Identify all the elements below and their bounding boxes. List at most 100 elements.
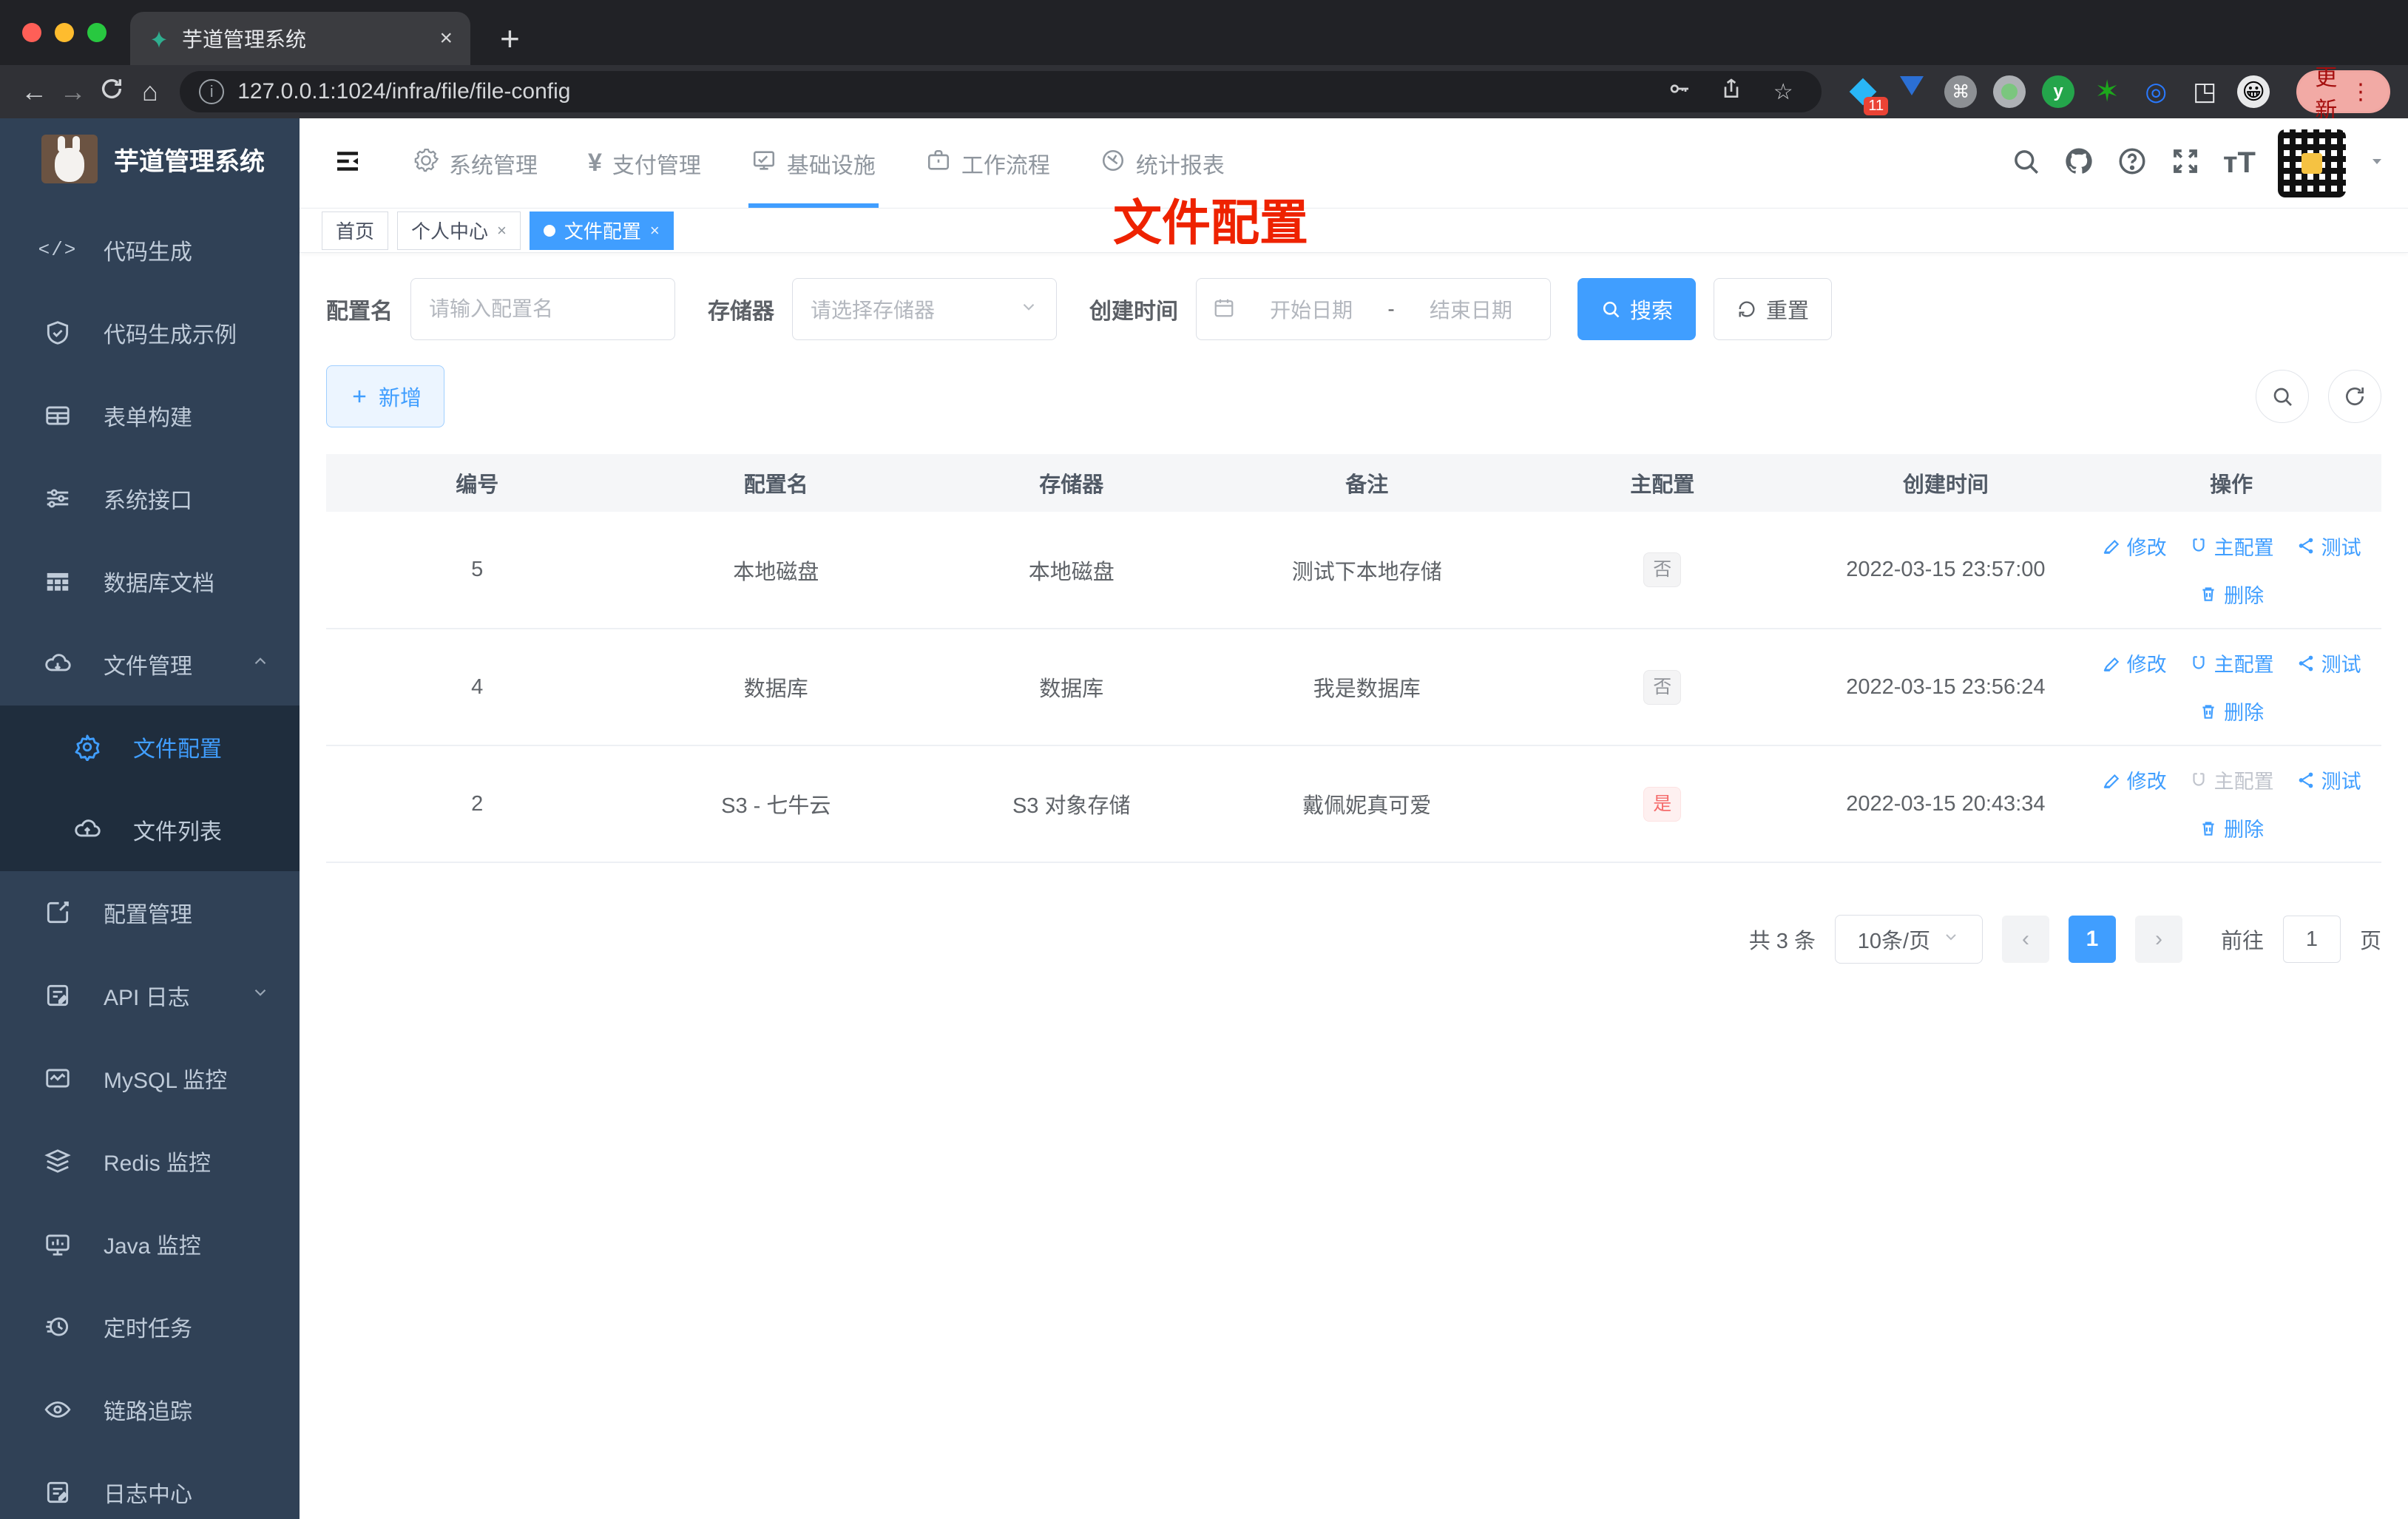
close-view-tab-icon[interactable]: × <box>497 221 507 240</box>
extension-eye-icon[interactable]: ◎ <box>2140 75 2172 108</box>
page-size-select[interactable]: 10条/页 <box>1834 915 1983 964</box>
forward-icon[interactable]: → <box>56 76 89 107</box>
address-bar[interactable]: i 127.0.0.1:1024/infra/file/file-config … <box>180 71 1822 112</box>
config-name-input[interactable] <box>410 278 675 340</box>
home-icon[interactable]: ⌂ <box>134 76 166 107</box>
avatar[interactable] <box>2278 129 2346 197</box>
nav-item-payment[interactable]: ¥ 支付管理 <box>563 118 726 208</box>
add-button[interactable]: 新增 <box>326 365 445 427</box>
delete-link[interactable]: 删除 <box>2199 813 2264 842</box>
edit-link[interactable]: 修改 <box>2102 532 2167 561</box>
file-mgmt-submenu: 文件配置 文件列表 <box>0 706 300 871</box>
prev-page-button[interactable]: ‹ <box>2001 916 2049 963</box>
browser-menu-icon[interactable]: ⋮ <box>2350 79 2372 105</box>
sidebar-item-code-gen[interactable]: </> 代码生成 <box>0 209 300 291</box>
font-size-icon[interactable]: ᴛT <box>2223 146 2256 180</box>
header-right-tools: ᴛT <box>2010 129 2408 197</box>
help-icon[interactable] <box>2117 146 2148 180</box>
extension-gem-icon[interactable] <box>1895 75 1928 108</box>
page-1-button[interactable]: 1 <box>2068 916 2116 963</box>
sidebar-item-system-api[interactable]: 系统接口 <box>0 457 300 540</box>
user-menu-caret-icon[interactable] <box>2368 152 2386 174</box>
bookmark-star-icon[interactable]: ☆ <box>1764 79 1802 105</box>
sidebar-item-log-center[interactable]: 日志中心 <box>0 1451 300 1519</box>
sidebar-item-java-monitor[interactable]: Java 监控 <box>0 1202 300 1285</box>
view-tab-home[interactable]: 首页 <box>322 211 389 250</box>
browser-tab[interactable]: 芋道管理系统 × <box>130 12 470 65</box>
close-tab-icon[interactable]: × <box>439 26 453 51</box>
edit-link[interactable]: 修改 <box>2102 765 2167 794</box>
new-tab-button[interactable]: + <box>500 12 520 65</box>
nav-item-infrastructure[interactable]: 基础设施 <box>726 118 901 208</box>
sidebar-item-api-log[interactable]: API 日志 <box>0 954 300 1037</box>
zoom-window-button[interactable] <box>87 23 106 42</box>
close-view-tab-icon[interactable]: × <box>650 221 660 240</box>
sidebar-item-cron-job[interactable]: 定时任务 <box>0 1285 300 1368</box>
extension-dot-icon[interactable] <box>1993 75 2026 108</box>
shield-check-icon <box>41 319 74 347</box>
date-range-picker[interactable]: 开始日期 - 结束日期 <box>1196 278 1551 340</box>
minimize-window-button[interactable] <box>55 23 74 42</box>
next-page-button[interactable]: › <box>2134 916 2182 963</box>
sidebar-item-code-demo[interactable]: 代码生成示例 <box>0 291 300 374</box>
delete-link[interactable]: 删除 <box>2199 580 2264 609</box>
col-header-id: 编号 <box>326 454 629 512</box>
test-link[interactable]: 测试 <box>2296 532 2361 561</box>
sidebar-item-file-config[interactable]: 文件配置 <box>0 706 300 788</box>
sidebar-item-file-list[interactable]: 文件列表 <box>0 788 300 871</box>
collapse-sidebar-icon[interactable] <box>332 146 363 180</box>
close-window-button[interactable] <box>22 23 41 42</box>
search-icon[interactable] <box>2010 146 2041 180</box>
edit-link[interactable]: 修改 <box>2102 649 2167 677</box>
sidebar-item-label: 数据库文档 <box>104 572 214 596</box>
extension-star-icon[interactable]: ✶ <box>2091 75 2123 108</box>
sidebar-item-form-builder[interactable]: 表单构建 <box>0 374 300 457</box>
test-link[interactable]: 测试 <box>2296 765 2361 794</box>
table-refresh-icon[interactable] <box>2328 370 2381 423</box>
master-config-link[interactable]: 主配置 <box>2189 532 2274 561</box>
extension-command-icon[interactable]: ⌘ <box>1944 75 1978 108</box>
storage-select[interactable]: 请选择存储器 <box>792 278 1057 340</box>
master-config-link[interactable]: 主配置 <box>2189 649 2274 677</box>
password-key-icon[interactable] <box>1660 77 1699 106</box>
sidebar-item-trace[interactable]: 链路追踪 <box>0 1368 300 1451</box>
end-date-placeholder[interactable]: 结束日期 <box>1408 294 1534 324</box>
search-button[interactable]: 搜索 <box>1577 278 1697 340</box>
view-tab-profile[interactable]: 个人中心 × <box>397 211 521 250</box>
sidebar-item-db-doc[interactable]: 数据库文档 <box>0 540 300 623</box>
back-icon[interactable]: ← <box>18 76 50 107</box>
reload-icon[interactable] <box>95 76 128 108</box>
reset-button[interactable]: 重置 <box>1714 278 1833 340</box>
nav-item-system[interactable]: 系统管理 <box>388 118 563 208</box>
github-icon[interactable] <box>2063 146 2094 180</box>
sidebar-item-mysql-monitor[interactable]: MySQL 监控 <box>0 1037 300 1120</box>
monitor-icon <box>41 1230 74 1258</box>
start-date-placeholder[interactable]: 开始日期 <box>1248 294 1374 324</box>
sidebar-item-label: Java 监控 <box>104 1234 201 1259</box>
goto-page-input[interactable] <box>2282 916 2341 963</box>
view-tab-file-config[interactable]: 文件配置 × <box>529 211 674 250</box>
sidebar-item-file-mgmt[interactable]: 文件管理 <box>0 623 300 706</box>
delete-link[interactable]: 删除 <box>2199 697 2264 725</box>
nav-item-label: 工作流程 <box>961 153 1050 178</box>
browser-update-button[interactable]: 更新 ⋮ <box>2296 66 2390 123</box>
extension-emoji-icon[interactable]: 😀 <box>2237 75 2270 108</box>
nav-item-workflow[interactable]: 工作流程 <box>901 118 1075 208</box>
sidebar-item-redis-monitor[interactable]: Redis 监控 <box>0 1120 300 1202</box>
edit-label: 修改 <box>2126 654 2167 676</box>
sidebar-item-config-mgmt[interactable]: 配置管理 <box>0 871 300 954</box>
site-info-icon[interactable]: i <box>199 79 225 104</box>
extension-puzzle-icon[interactable]: ◳ <box>2188 75 2221 108</box>
active-tab-dot <box>543 224 555 237</box>
cell-storage: 数据库 <box>923 629 1220 746</box>
extension-y-icon[interactable]: y <box>2042 75 2075 108</box>
cell-storage: 本地磁盘 <box>923 512 1220 629</box>
test-link[interactable]: 测试 <box>2296 649 2361 677</box>
share-icon[interactable] <box>1712 77 1751 106</box>
cloud-upload-icon <box>71 816 104 844</box>
extension-diamond-icon[interactable]: 11 <box>1847 75 1889 115</box>
edit-label: 修改 <box>2126 771 2167 793</box>
fullscreen-icon[interactable] <box>2170 146 2201 180</box>
app-logo[interactable]: 芋道管理系统 <box>0 118 300 197</box>
table-search-toggle-icon[interactable] <box>2256 370 2309 423</box>
